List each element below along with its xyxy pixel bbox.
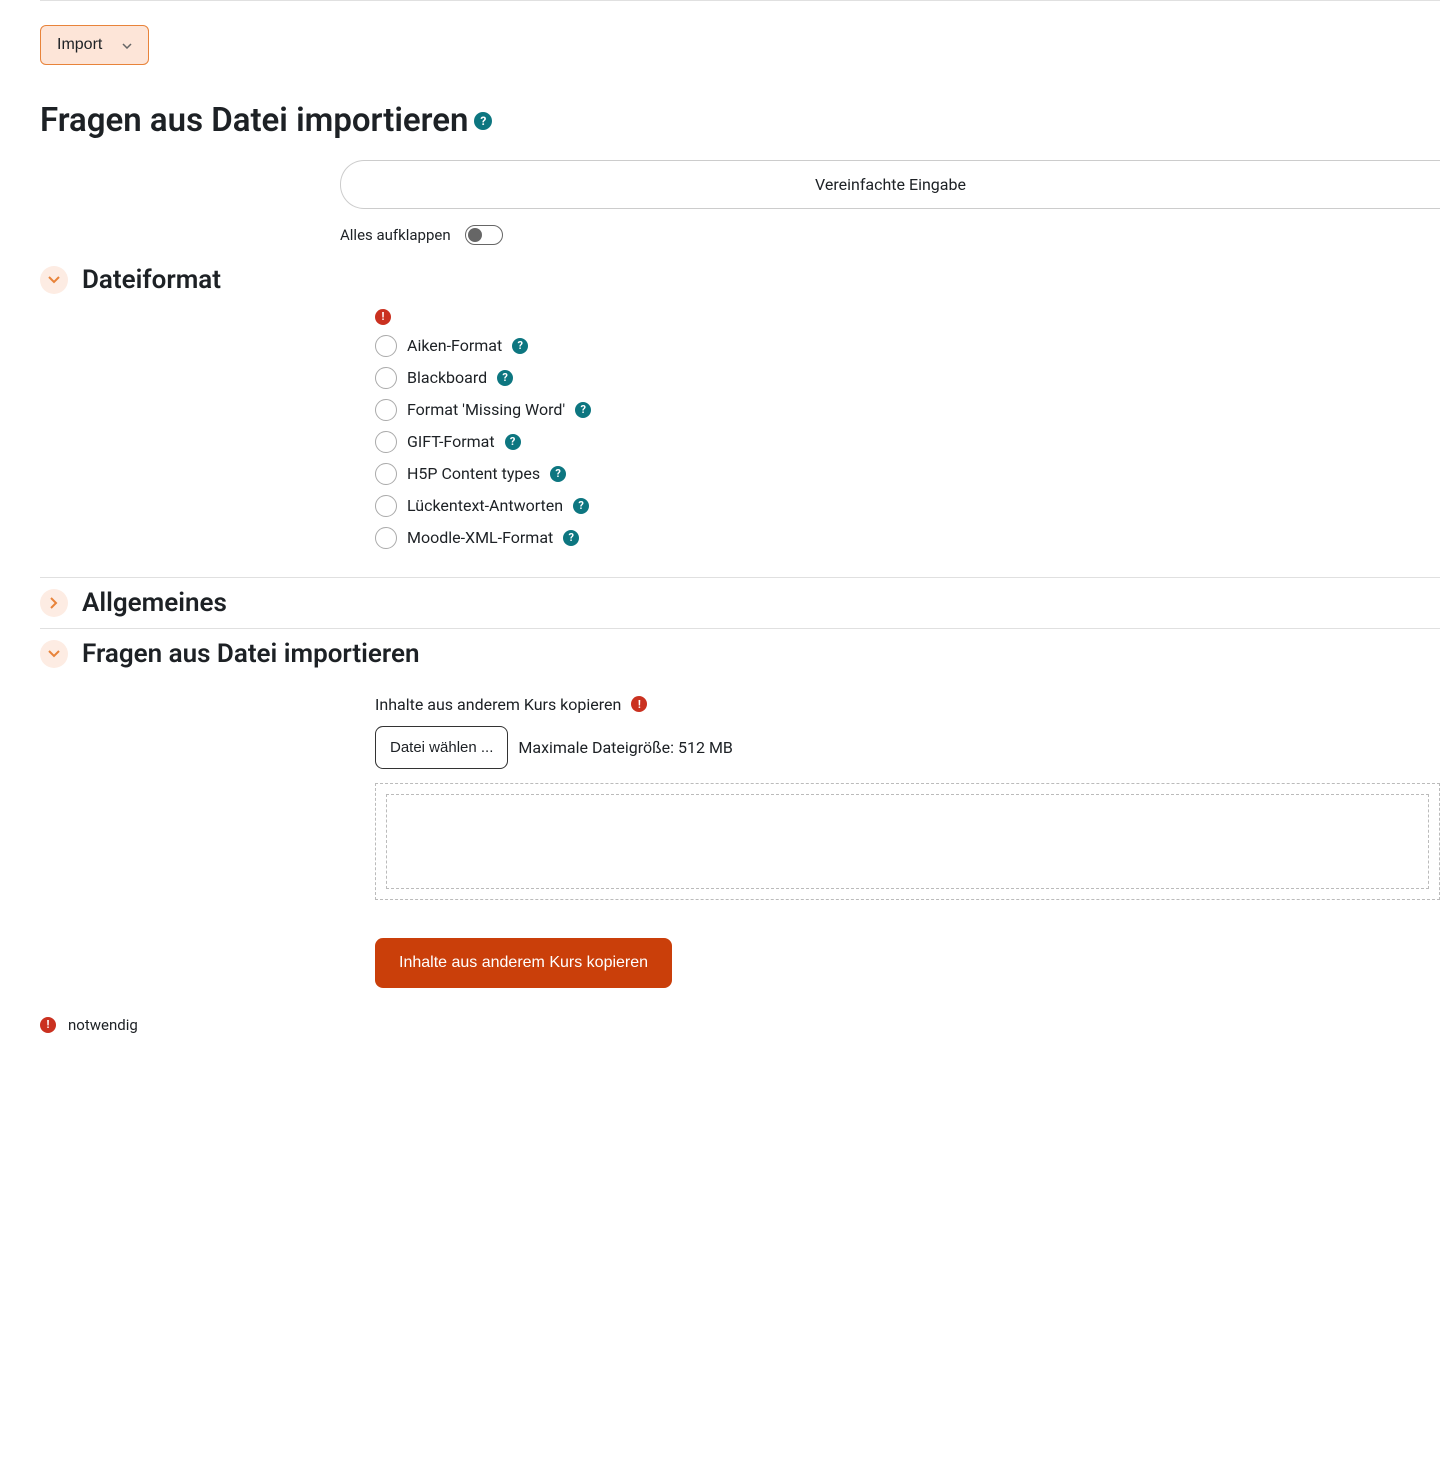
toggle-knob xyxy=(468,228,482,242)
format-option[interactable]: Moodle-XML-Format ? xyxy=(375,527,1440,549)
file-dropzone[interactable] xyxy=(375,783,1440,900)
required-icon: ! xyxy=(631,696,647,712)
help-icon[interactable]: ? xyxy=(474,112,492,130)
format-option[interactable]: H5P Content types ? xyxy=(375,463,1440,485)
format-label: Aiken-Format xyxy=(407,336,502,355)
chevron-right-icon xyxy=(40,589,68,617)
format-label: Format 'Missing Word' xyxy=(407,400,565,419)
format-label: Blackboard xyxy=(407,368,487,387)
format-option[interactable]: Aiken-Format ? xyxy=(375,335,1440,357)
section-file-format-header[interactable]: Dateiformat xyxy=(40,255,1440,305)
format-label: GIFT-Format xyxy=(407,432,495,451)
format-label: H5P Content types xyxy=(407,464,540,483)
section-file-format-title: Dateiformat xyxy=(82,265,221,295)
choose-file-button[interactable]: Datei wählen ... xyxy=(375,726,508,769)
format-radio[interactable] xyxy=(375,495,397,517)
format-option[interactable]: Lückentext-Antworten ? xyxy=(375,495,1440,517)
submit-copy-button[interactable]: Inhalte aus anderem Kurs kopieren xyxy=(375,938,672,988)
format-radio[interactable] xyxy=(375,527,397,549)
section-import-file-header[interactable]: Fragen aus Datei importieren xyxy=(40,629,1440,679)
format-label: Moodle-XML-Format xyxy=(407,528,553,547)
help-icon[interactable]: ? xyxy=(497,370,513,386)
required-legend: ! notwendig xyxy=(40,1016,1440,1054)
help-icon[interactable]: ? xyxy=(512,338,528,354)
format-radio[interactable] xyxy=(375,463,397,485)
required-icon: ! xyxy=(375,309,391,325)
chevron-down-icon xyxy=(122,36,132,54)
required-icon: ! xyxy=(40,1017,56,1033)
format-option[interactable]: GIFT-Format ? xyxy=(375,431,1440,453)
copy-content-label: Inhalte aus anderem Kurs kopieren xyxy=(375,695,621,714)
required-label: notwendig xyxy=(68,1016,138,1034)
help-icon[interactable]: ? xyxy=(573,498,589,514)
section-import-file-title: Fragen aus Datei importieren xyxy=(82,639,420,669)
import-dropdown-label: Import xyxy=(57,36,102,54)
help-icon[interactable]: ? xyxy=(575,402,591,418)
help-icon[interactable]: ? xyxy=(505,434,521,450)
format-label: Lückentext-Antworten xyxy=(407,496,563,515)
help-icon[interactable]: ? xyxy=(550,466,566,482)
format-radio[interactable] xyxy=(375,399,397,421)
page-heading-text: Fragen aus Datei importieren xyxy=(40,101,468,140)
format-radio[interactable] xyxy=(375,367,397,389)
copy-content-label-row: Inhalte aus anderem Kurs kopieren ! xyxy=(375,695,1440,714)
import-dropdown[interactable]: Import xyxy=(40,25,149,65)
expand-all-label: Alles aufklappen xyxy=(340,226,451,244)
max-file-size: Maximale Dateigröße: 512 MB xyxy=(518,738,733,757)
file-format-options: ! Aiken-Format ? Blackboard ? Format 'Mi… xyxy=(375,305,1440,577)
simplified-input-button[interactable]: Vereinfachte Eingabe xyxy=(340,160,1440,209)
expand-all-toggle[interactable] xyxy=(465,225,503,245)
choose-file-label: Datei wählen ... xyxy=(390,739,493,756)
format-option[interactable]: Blackboard ? xyxy=(375,367,1440,389)
section-general-header[interactable]: Allgemeines xyxy=(40,578,1440,628)
help-icon[interactable]: ? xyxy=(563,530,579,546)
format-radio[interactable] xyxy=(375,431,397,453)
chevron-down-icon xyxy=(40,640,68,668)
format-radio[interactable] xyxy=(375,335,397,357)
simplified-input-label: Vereinfachte Eingabe xyxy=(815,175,966,194)
file-dropzone-inner xyxy=(386,794,1429,889)
submit-copy-label: Inhalte aus anderem Kurs kopieren xyxy=(399,954,648,971)
format-option[interactable]: Format 'Missing Word' ? xyxy=(375,399,1440,421)
chevron-down-icon xyxy=(40,266,68,294)
page-heading: Fragen aus Datei importieren ? xyxy=(40,101,1440,140)
section-general-title: Allgemeines xyxy=(82,588,227,618)
